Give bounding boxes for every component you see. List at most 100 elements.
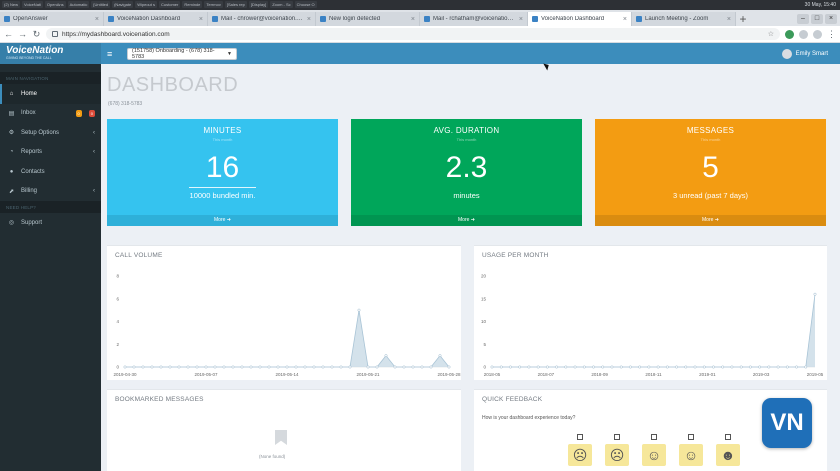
data-point bbox=[748, 365, 752, 369]
sidebar-item-setup-options[interactable]: ⚙ Setup Options ‹ bbox=[0, 123, 101, 143]
sidebar-item-home[interactable]: ⌂ Home bbox=[0, 84, 101, 104]
x-tick-label: 2019-05-07 bbox=[194, 372, 218, 377]
feedback-checkbox[interactable] bbox=[577, 434, 583, 440]
feedback-option[interactable]: ☹ bbox=[568, 434, 592, 466]
favicon-icon bbox=[320, 16, 326, 22]
sidebar-heading-main: MAIN NAVIGATION bbox=[0, 72, 101, 84]
close-tab-icon[interactable]: × bbox=[199, 16, 203, 23]
browser-tab[interactable]: OpenAnswer × bbox=[0, 12, 104, 26]
voicenation-logo[interactable]: VoiceNation GIVING BEYOND THE CALL bbox=[0, 43, 101, 64]
data-point bbox=[321, 365, 325, 369]
data-point bbox=[730, 365, 734, 369]
sidebar-item-inbox[interactable]: ▤ Inbox 0 0 bbox=[0, 104, 101, 124]
card-description: This month bbox=[212, 137, 233, 142]
y-tick-label: 20 bbox=[481, 274, 487, 279]
sidebar-item-label: Billing bbox=[21, 188, 38, 195]
taskbar-item[interactable]: (Navigate bbox=[112, 1, 134, 8]
inbox-badge-unread: 0 bbox=[88, 109, 95, 117]
minimize-button[interactable]: – bbox=[797, 14, 809, 24]
browser-tab-bar: OpenAnswer × VoiceNation Dashboard × Mail - … bbox=[0, 10, 840, 26]
window-controls: – □ × bbox=[794, 14, 840, 26]
sidebar-item-contacts[interactable]: ● Contacts bbox=[0, 162, 101, 182]
sidebar-item-reports[interactable]: ◔ Reports ‹ bbox=[0, 143, 101, 163]
feedback-option[interactable]: ☻ bbox=[716, 434, 740, 466]
very-happy-face-icon[interactable]: ☻ bbox=[716, 444, 740, 466]
extension-icon[interactable] bbox=[785, 29, 794, 39]
vn-app-badge[interactable]: VN bbox=[762, 398, 812, 448]
taskbar-item[interactable]: Automatic bbox=[67, 1, 90, 8]
feedback-checkbox[interactable] bbox=[688, 434, 694, 440]
taskbar-item[interactable]: VoiceNati bbox=[22, 1, 43, 8]
taskbar-item[interactable]: Terrmov bbox=[204, 1, 223, 8]
extension-icon[interactable] bbox=[799, 29, 808, 39]
very-unhappy-face-icon[interactable]: ☹ bbox=[568, 444, 592, 466]
main-content: DASHBOARD (678) 318-5783 MINUTES This mo… bbox=[101, 64, 840, 471]
browser-tab[interactable]: Mail - chrower@voicenation.co... × bbox=[208, 12, 316, 26]
close-tab-icon[interactable]: × bbox=[623, 16, 627, 23]
browser-tab[interactable]: VoiceNation Dashboard × bbox=[528, 12, 632, 26]
forward-icon[interactable]: → bbox=[18, 29, 27, 39]
taskbar-item[interactable]: OpenAns bbox=[44, 1, 66, 8]
feedback-option[interactable]: ☺ bbox=[642, 434, 666, 466]
feedback-option[interactable]: ☹ bbox=[605, 434, 629, 466]
back-icon[interactable]: ← bbox=[4, 29, 13, 39]
data-point bbox=[267, 365, 271, 369]
close-tab-icon[interactable]: × bbox=[95, 16, 99, 23]
reload-icon[interactable]: ↻ bbox=[32, 29, 41, 40]
feedback-checkbox[interactable] bbox=[651, 434, 657, 440]
close-window-button[interactable]: × bbox=[825, 14, 837, 24]
menu-kebab-icon[interactable]: ⋮ bbox=[827, 29, 836, 40]
taskbar-item[interactable]: [Display] bbox=[248, 1, 269, 8]
account-select[interactable]: (151758) Onboarding - (678) 318-5783 ▼ bbox=[127, 47, 237, 60]
feedback-option[interactable]: ☺ bbox=[679, 434, 703, 466]
close-tab-icon[interactable]: × bbox=[727, 16, 731, 23]
card-subtext: 10000 bundled min. bbox=[189, 191, 256, 200]
data-point bbox=[628, 365, 632, 369]
x-tick-label: 2019-05-14 bbox=[275, 372, 299, 377]
taskbar-item[interactable]: Customer bbox=[159, 1, 181, 8]
data-point bbox=[150, 365, 154, 369]
sidebar-toggle-icon[interactable]: ≡ bbox=[107, 49, 117, 59]
neutral-face-icon[interactable]: ☺ bbox=[642, 444, 666, 466]
feedback-checkbox[interactable] bbox=[725, 434, 731, 440]
home-icon: ⌂ bbox=[9, 90, 14, 97]
browser-tab[interactable]: VoiceNation Dashboard × bbox=[104, 12, 208, 26]
sidebar-item-support[interactable]: ◎ Support bbox=[0, 213, 101, 233]
maximize-button[interactable]: □ bbox=[811, 14, 823, 24]
tab-title: Mail - chrower@voicenation.co... bbox=[221, 16, 304, 22]
data-point bbox=[647, 365, 651, 369]
close-tab-icon[interactable]: × bbox=[411, 16, 415, 23]
taskbar-item[interactable]: [Untitled bbox=[91, 1, 111, 8]
browser-tab[interactable]: New login detected × bbox=[316, 12, 420, 26]
taskbar-item[interactable]: Zoom - Sc bbox=[270, 1, 293, 8]
new-tab-button[interactable]: + bbox=[736, 12, 750, 26]
avg-duration-more-link[interactable]: More ➜ bbox=[351, 215, 582, 226]
browser-tab[interactable]: Mail - rchatham@voicenation.co... × bbox=[420, 12, 528, 26]
data-point bbox=[222, 365, 226, 369]
browser-tab[interactable]: Launch Meeting - Zoom × bbox=[632, 12, 736, 26]
tab-title: VoiceNation Dashboard bbox=[117, 16, 181, 22]
happy-face-icon[interactable]: ☺ bbox=[679, 444, 703, 466]
url-field[interactable]: https://mydashboard.voicenation.com ☆ bbox=[46, 28, 780, 40]
data-point bbox=[545, 365, 549, 369]
user-menu[interactable]: Emily Smart bbox=[781, 48, 840, 59]
favicon-icon bbox=[212, 16, 218, 22]
minutes-more-link[interactable]: More ➜ bbox=[107, 215, 338, 226]
series-line bbox=[492, 294, 816, 368]
messages-more-link[interactable]: More ➜ bbox=[595, 215, 826, 226]
taskbar-item[interactable]: Reminde bbox=[182, 1, 203, 8]
profile-icon[interactable] bbox=[813, 29, 822, 39]
feedback-checkbox[interactable] bbox=[614, 434, 620, 440]
close-tab-icon[interactable]: × bbox=[307, 16, 311, 23]
data-point bbox=[582, 365, 586, 369]
taskbar-item[interactable]: (2) New bbox=[2, 1, 21, 8]
series-line bbox=[125, 310, 450, 368]
taskbar-item[interactable]: Wipeout s bbox=[135, 1, 158, 8]
sidebar-item-billing[interactable]: ⬈ Billing ‹ bbox=[0, 182, 101, 202]
taskbar-item[interactable]: [Sales rep bbox=[224, 1, 247, 8]
taskbar-item[interactable]: Choose O bbox=[294, 1, 317, 8]
unhappy-face-icon[interactable]: ☹ bbox=[605, 444, 629, 466]
usage-panel: USAGE PER MONTH 0 5 10 15 20 2018-05 2018-07 20… bbox=[474, 245, 827, 380]
bookmark-star-icon[interactable]: ☆ bbox=[768, 30, 774, 38]
close-tab-icon[interactable]: × bbox=[519, 16, 523, 23]
